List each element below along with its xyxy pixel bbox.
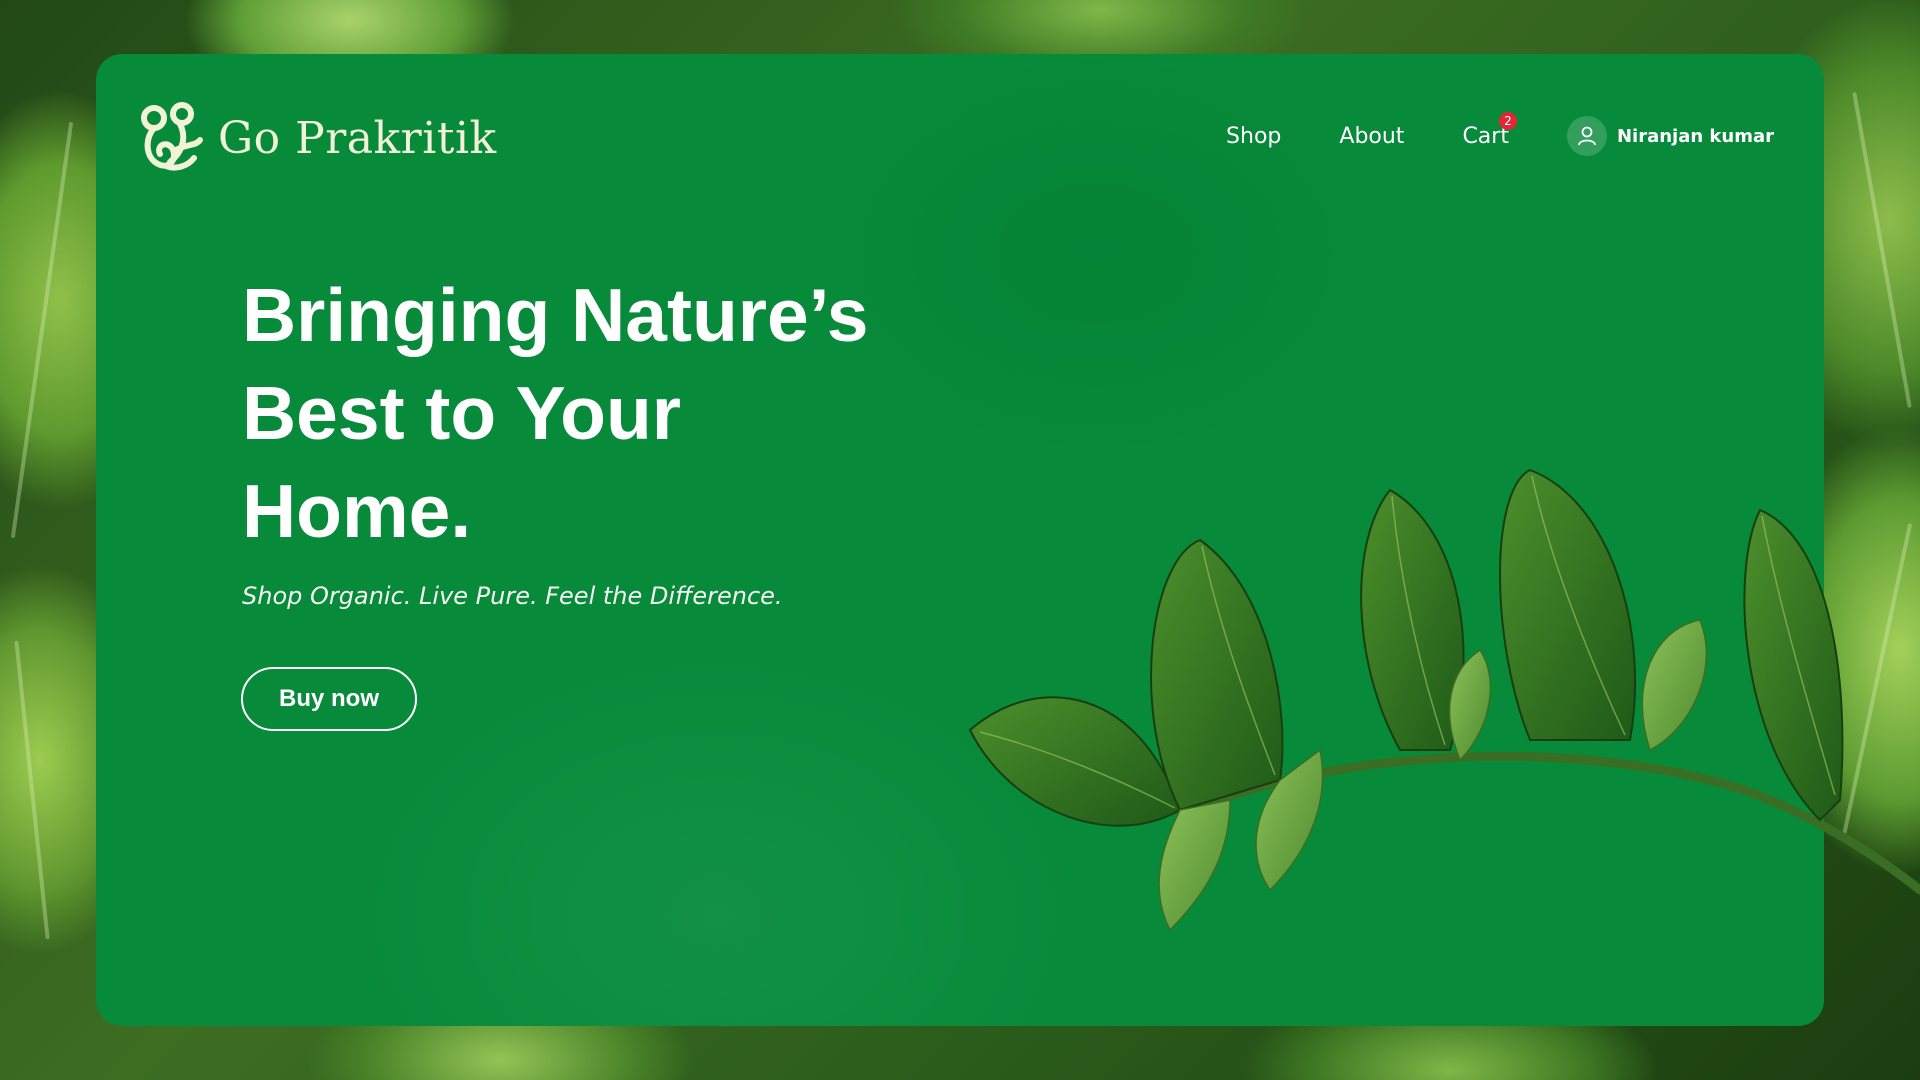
user-account[interactable]: Niranjan kumar	[1566, 116, 1774, 156]
cart-count-badge: 2	[1498, 111, 1517, 130]
hero-tagline: Shop Organic. Live Pure. Feel the Differ…	[242, 582, 783, 610]
buy-now-button[interactable]: Buy now	[241, 667, 417, 731]
hero-title-line-1: Bringing Nature’s	[242, 273, 869, 357]
nav-about-link[interactable]: About	[1339, 124, 1404, 149]
nav-shop-link[interactable]: Shop	[1226, 124, 1281, 149]
user-icon	[1566, 116, 1607, 156]
hero-title: Bringing Nature’s Best to Your Home.	[242, 266, 942, 560]
user-name: Niranjan kumar	[1616, 125, 1774, 147]
brand-logo[interactable]: Go Prakritik	[136, 100, 497, 176]
hero-title-line-3: Home.	[242, 469, 472, 553]
hero-title-line-2: Best to Your	[242, 371, 681, 455]
brand-name: Go Prakritik	[218, 112, 497, 164]
leaf-swirl-logo-icon	[141, 102, 203, 171]
nav-cart[interactable]: Cart 2	[1462, 111, 1517, 149]
hero-card: Go Prakritik Shop About Cart 2 Niranjan …	[96, 54, 1824, 1026]
main-nav: Shop About Cart 2 Niranjan kumar	[1226, 111, 1774, 156]
